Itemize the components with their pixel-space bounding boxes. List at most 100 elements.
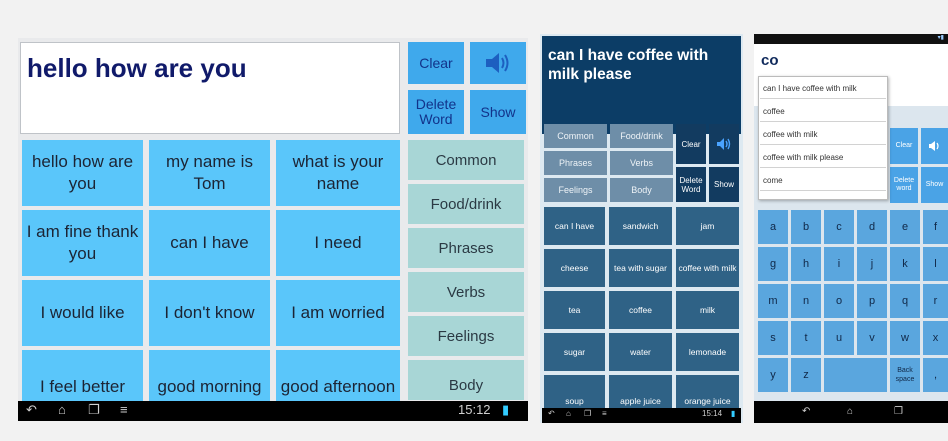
system-nav-bar: ↶ ⌂ ❐ [754, 401, 948, 423]
key-u[interactable]: u [824, 321, 854, 355]
key-e[interactable]: e [890, 210, 920, 244]
key-d[interactable]: d [857, 210, 887, 244]
key-g[interactable]: g [758, 247, 788, 281]
word-button[interactable]: coffee with milk [676, 249, 739, 287]
category-phrases[interactable]: Phrases [544, 151, 607, 175]
speak-button[interactable] [921, 128, 948, 164]
key-k[interactable]: k [890, 247, 920, 281]
home-icon[interactable]: ⌂ [566, 409, 571, 418]
phrase-button[interactable]: I am fine thank you [22, 210, 143, 276]
key-z[interactable]: z [791, 358, 821, 392]
word-button[interactable]: cheese [544, 249, 605, 287]
show-button[interactable]: Show [470, 90, 526, 134]
phrase-button[interactable]: my name is Tom [149, 140, 270, 206]
menu-icon[interactable]: ≡ [602, 409, 607, 418]
delete-word-button[interactable]: Delete word [890, 167, 918, 203]
word-button[interactable]: lemonade [676, 333, 739, 371]
key-r[interactable]: r [923, 284, 948, 318]
key-s[interactable]: s [758, 321, 788, 355]
system-nav-bar: ↶ ⌂ ❐ ≡ 15:14 ▮ [542, 408, 741, 423]
speak-button[interactable] [709, 124, 739, 164]
recent-apps-icon[interactable]: ❐ [88, 402, 100, 418]
word-button[interactable]: sugar [544, 333, 605, 371]
suggestion-item[interactable]: coffee [760, 100, 886, 122]
key-t[interactable]: t [791, 321, 821, 355]
word-button[interactable]: water [609, 333, 672, 371]
word-button[interactable]: orange juice [676, 375, 739, 408]
home-icon[interactable]: ⌂ [847, 406, 853, 417]
category-feelings[interactable]: Feelings [544, 178, 607, 202]
category-common[interactable]: Common [408, 140, 524, 180]
phrase-button[interactable]: can I have [149, 210, 270, 276]
phrase-button[interactable]: I don't know [149, 280, 270, 346]
category-food-drink[interactable]: Food/drink [610, 124, 673, 148]
key-v[interactable]: v [857, 321, 887, 355]
battery-icon: ▮ [731, 409, 736, 418]
category-verbs[interactable]: Verbs [610, 151, 673, 175]
delete-word-button[interactable]: Delete Word [676, 167, 706, 202]
word-button[interactable]: coffee [609, 291, 672, 329]
key-m[interactable]: m [758, 284, 788, 318]
category-common[interactable]: Common [544, 124, 607, 148]
key-y[interactable]: y [758, 358, 788, 392]
phrase-button[interactable]: I would like [22, 280, 143, 346]
back-icon[interactable]: ↶ [802, 406, 810, 417]
category-feelings[interactable]: Feelings [408, 316, 524, 356]
delete-word-button[interactable]: Delete Word [408, 90, 464, 134]
key-a[interactable]: a [758, 210, 788, 244]
recent-apps-icon[interactable]: ❐ [584, 409, 591, 418]
speak-button[interactable] [470, 42, 526, 84]
word-button[interactable]: sandwich [609, 207, 672, 245]
word-button[interactable]: milk [676, 291, 739, 329]
clear-button[interactable]: Clear [408, 42, 464, 84]
clear-button[interactable]: Clear [890, 128, 918, 164]
back-icon[interactable]: ↶ [548, 409, 555, 418]
clock: 15:12 [458, 402, 491, 417]
key-q[interactable]: q [890, 284, 920, 318]
suggestion-item[interactable]: can I have coffee with milk [760, 77, 886, 99]
phrase-button[interactable]: hello how are you [22, 140, 143, 206]
show-button[interactable]: Show [921, 167, 948, 203]
key-c[interactable]: c [824, 210, 854, 244]
message-display[interactable]: hello how are you [20, 42, 400, 134]
phrase-button[interactable]: what is your name [276, 140, 400, 206]
suggestion-item[interactable]: coffee with milk [760, 123, 886, 145]
speaker-icon [717, 138, 731, 150]
key-i[interactable]: i [824, 247, 854, 281]
key-j[interactable]: j [857, 247, 887, 281]
word-button[interactable]: tea [544, 291, 605, 329]
key-f[interactable]: f [923, 210, 948, 244]
phrase-button[interactable]: I need [276, 210, 400, 276]
word-button[interactable]: tea with sugar [609, 249, 672, 287]
key-comma[interactable]: , [923, 358, 948, 392]
key-o[interactable]: o [824, 284, 854, 318]
category-body[interactable]: Body [610, 178, 673, 202]
suggestion-item[interactable]: coffee with milk please [760, 146, 886, 168]
category-body[interactable]: Body [408, 360, 524, 400]
suggestion-item[interactable]: come [760, 169, 886, 191]
key-p[interactable]: p [857, 284, 887, 318]
phrase-button[interactable]: I am worried [276, 280, 400, 346]
key-h[interactable]: h [791, 247, 821, 281]
category-phrases[interactable]: Phrases [408, 228, 524, 268]
clear-button[interactable]: Clear [676, 124, 706, 164]
menu-icon[interactable]: ≡ [120, 402, 128, 417]
word-button[interactable]: can I have [544, 207, 605, 245]
message-display[interactable]: can I have coffee with milk please [542, 36, 741, 134]
key-w[interactable]: w [890, 321, 920, 355]
key-backspace[interactable]: Back space [890, 358, 920, 392]
key-n[interactable]: n [791, 284, 821, 318]
word-button[interactable]: jam [676, 207, 739, 245]
key-space[interactable] [824, 358, 887, 392]
home-icon[interactable]: ⌂ [58, 402, 66, 417]
recent-apps-icon[interactable]: ❐ [894, 406, 903, 417]
back-icon[interactable]: ↶ [26, 402, 37, 418]
word-button[interactable]: soup [544, 375, 605, 408]
category-food-drink[interactable]: Food/drink [408, 184, 524, 224]
word-button[interactable]: apple juice [609, 375, 672, 408]
category-verbs[interactable]: Verbs [408, 272, 524, 312]
key-x[interactable]: x [923, 321, 948, 355]
key-l[interactable]: l [923, 247, 948, 281]
key-b[interactable]: b [791, 210, 821, 244]
show-button[interactable]: Show [709, 167, 739, 202]
